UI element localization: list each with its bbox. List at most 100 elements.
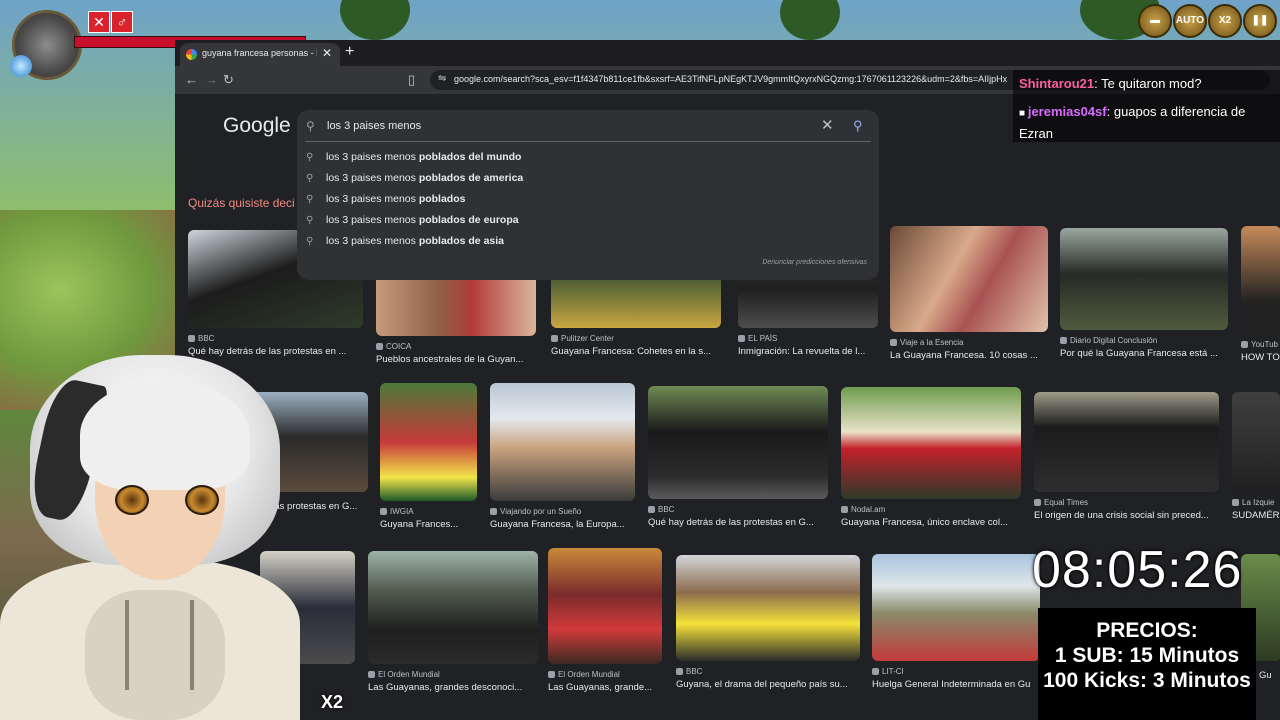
result-thumbnail[interactable] xyxy=(872,554,1040,661)
search-icon: ⚲ xyxy=(306,152,314,163)
result-caption[interactable]: Las Guayanas, grande... xyxy=(548,682,662,693)
result-source: BBC xyxy=(676,667,860,676)
avatar-eye-left xyxy=(115,485,149,515)
image-result[interactable]: BBC Guyana, el drama del pequeño país su… xyxy=(676,555,860,690)
back-icon[interactable]: ← xyxy=(185,72,198,87)
image-result[interactable]: Nodal.am Guayana Francesa, único enclave… xyxy=(841,387,1021,528)
result-caption[interactable]: Por qué la Guayana Francesa está ... xyxy=(1060,348,1228,359)
suggestion-item[interactable]: ⚲ los 3 paises menos poblados del mundo xyxy=(306,151,521,171)
image-result[interactable]: Viajando por un Sueño Guayana Francesa, … xyxy=(490,383,635,530)
site-info-icon[interactable]: ⇋ xyxy=(438,73,446,84)
result-caption[interactable]: Qué hay detrás de las protestas en G... xyxy=(648,517,828,528)
image-result[interactable]: Equal Times El origen de una crisis soci… xyxy=(1034,392,1219,521)
result-source: La Izquie xyxy=(1232,498,1280,507)
result-thumbnail[interactable] xyxy=(890,226,1048,332)
result-thumbnail[interactable] xyxy=(1232,392,1280,492)
reload-icon[interactable]: ↻ xyxy=(223,72,234,88)
clear-search-icon[interactable]: ✕ xyxy=(821,116,834,134)
result-caption[interactable]: Inmigración: La revuelta de l... xyxy=(738,346,878,357)
divider xyxy=(305,141,871,142)
chat-text: : Te quitaron mod? xyxy=(1094,76,1202,91)
search-icon: ⚲ xyxy=(306,173,314,184)
close-tab-icon[interactable]: ✕ xyxy=(322,46,332,60)
result-source: Pulitzer Center xyxy=(551,334,721,343)
forward-icon[interactable]: → xyxy=(205,72,218,87)
result-caption[interactable]: Guyana, el drama del pequeño país su... xyxy=(676,679,860,690)
result-thumbnail[interactable] xyxy=(1034,392,1219,492)
bookmark-icon[interactable]: ▯ xyxy=(408,72,415,88)
prices-panel: PRECIOS: 1 SUB: 15 Minutos 100 Kicks: 3 … xyxy=(1038,608,1256,720)
result-thumbnail[interactable] xyxy=(490,383,635,501)
chat-username: jeremias04sf xyxy=(1027,104,1107,119)
pause-button[interactable]: ❚❚ xyxy=(1243,4,1277,38)
result-thumbnail[interactable] xyxy=(1060,228,1228,330)
hoodie-string xyxy=(190,600,194,690)
search-input[interactable]: los 3 paises menos xyxy=(327,120,421,132)
result-caption[interactable]: Huelga General Indeterminada en Gu xyxy=(872,679,1040,690)
report-predictions-link[interactable]: Denunciar predicciones ofensivas xyxy=(762,259,867,266)
result-thumbnail[interactable] xyxy=(676,555,860,661)
speed-x2-button[interactable]: X2 xyxy=(1208,4,1242,38)
stream-timer: 08:05:26 xyxy=(1032,541,1243,599)
prices-title: PRECIOS: xyxy=(1096,619,1198,642)
result-thumbnail[interactable] xyxy=(648,386,828,499)
result-source: Equal Times xyxy=(1034,498,1219,507)
image-result[interactable]: La Izquie SUDAMÉR xyxy=(1232,392,1280,521)
avatar-eye-right xyxy=(185,485,219,515)
result-caption[interactable]: Las Guayanas, grandes desconoci... xyxy=(368,682,538,693)
google-favicon-icon xyxy=(186,49,197,60)
chat-badge-icon: ■ xyxy=(1019,108,1028,119)
result-caption[interactable]: Guayana Francesa, la Europa... xyxy=(490,519,635,530)
search-submit-icon[interactable]: ⚲ xyxy=(853,118,863,134)
mana-orb-icon xyxy=(10,55,32,77)
result-source: LIT-CI xyxy=(872,667,1040,676)
stream-chat-overlay: Shintarou21: Te quitaron mod? ■ jeremias… xyxy=(1013,70,1280,142)
result-source: Viajando por un Sueño xyxy=(490,507,635,516)
image-result[interactable]: BBC Qué hay detrás de las protestas en G… xyxy=(648,386,828,528)
new-tab-icon[interactable]: + xyxy=(345,43,354,61)
result-caption[interactable]: La Guayana Francesa. 10 cosas ... xyxy=(890,350,1048,361)
result-caption[interactable]: Pueblos ancestrales de la Guyan... xyxy=(376,354,536,365)
result-source: El Orden Mundial xyxy=(548,670,662,679)
auto-button[interactable]: AUTO xyxy=(1173,4,1207,38)
image-result[interactable]: LIT-CI Huelga General Indeterminada en G… xyxy=(872,554,1040,690)
avatar-bangs xyxy=(80,380,250,490)
hud-menu-icon[interactable]: ▬ xyxy=(1138,4,1172,38)
tree xyxy=(340,0,410,40)
suggestion-item[interactable]: ⚲ los 3 paises menos poblados de america xyxy=(306,172,523,192)
image-result[interactable]: Diario Digital Conclusión Por qué la Gua… xyxy=(1060,228,1228,359)
gender-icon[interactable]: ♂ xyxy=(111,11,133,33)
result-caption[interactable]: SUDAMÉR xyxy=(1232,510,1280,521)
browser-tab[interactable]: guyana francesa personas - Busc ✕ xyxy=(180,43,340,66)
result-source: COICA xyxy=(376,342,536,351)
result-thumbnail[interactable] xyxy=(548,548,662,664)
avatar-hoodie-collar xyxy=(85,590,225,720)
suggestion-item[interactable]: ⚲ los 3 paises menos poblados de asia xyxy=(306,235,504,255)
suggestion-item[interactable]: ⚲ los 3 paises menos poblados xyxy=(306,193,465,213)
result-thumbnail[interactable] xyxy=(380,383,477,501)
image-result[interactable]: Viaje a la Esencia La Guayana Francesa. … xyxy=(890,226,1048,361)
result-caption[interactable]: HOW TO xyxy=(1241,352,1280,363)
close-x-icon[interactable]: ✕ xyxy=(88,11,110,33)
result-caption[interactable]: Qué hay detrás de las protestas en ... xyxy=(188,346,363,357)
result-thumbnail[interactable] xyxy=(841,387,1021,499)
suggestion-item[interactable]: ⚲ los 3 paises menos poblados de europa xyxy=(306,214,519,234)
result-thumbnail[interactable] xyxy=(368,551,538,664)
image-result[interactable]: IWGIA Guyana Frances... xyxy=(380,383,477,530)
prices-sub-line: 1 SUB: 15 Minutos xyxy=(1054,644,1240,667)
result-source: Nodal.am xyxy=(841,505,1021,514)
result-caption[interactable]: El origen de una crisis social sin prece… xyxy=(1034,510,1219,521)
did-you-mean[interactable]: Quizás quisiste deci xyxy=(188,196,295,210)
result-caption[interactable]: Guayana Francesa, único enclave col... xyxy=(841,517,1021,528)
search-suggestions-dropdown: ⚲ los 3 paises menos ✕ ⚲ ⚲ los 3 paises m… xyxy=(297,110,879,280)
search-icon: ⚲ xyxy=(306,194,314,205)
result-thumbnail[interactable] xyxy=(1241,226,1280,334)
image-result[interactable]: YouTub HOW TO xyxy=(1241,226,1280,363)
result-caption[interactable]: Guayana Francesa: Cohetes en la s... xyxy=(551,346,721,357)
image-result[interactable]: El Orden Mundial Las Guayanas, grande... xyxy=(548,548,662,693)
result-caption[interactable]: Guyana Frances... xyxy=(380,519,477,530)
tab-title: guyana francesa personas - Busc xyxy=(202,48,317,58)
result-source: Diario Digital Conclusión xyxy=(1060,336,1228,345)
google-logo[interactable]: Google xyxy=(223,114,291,138)
image-result[interactable]: El Orden Mundial Las Guayanas, grandes d… xyxy=(368,551,538,693)
